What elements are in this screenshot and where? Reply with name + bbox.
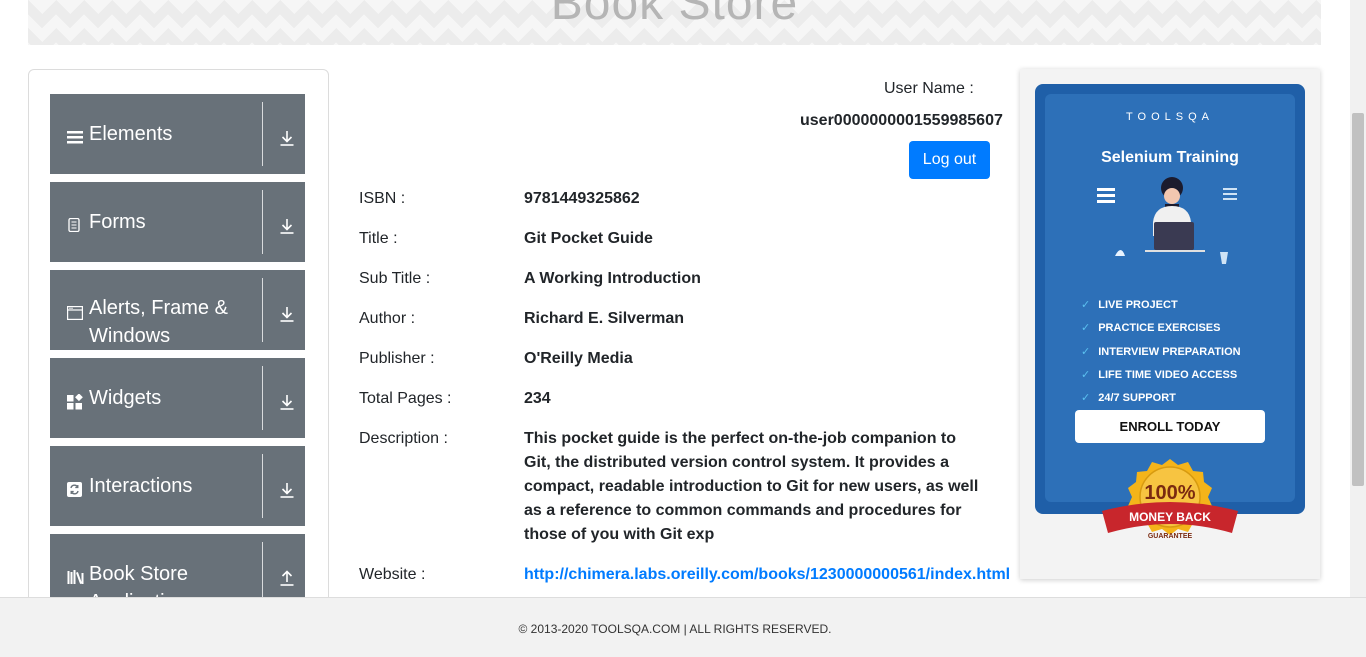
badge-text: MONEY BACK xyxy=(1129,510,1211,524)
title-value: Git Pocket Guide xyxy=(524,230,653,247)
ad-feature-label: LIFE TIME VIDEO ACCESS xyxy=(1098,368,1238,381)
window-icon xyxy=(67,306,84,321)
author-value: Richard E. Silverman xyxy=(524,310,685,327)
scrollbar-thumb[interactable] xyxy=(1352,113,1364,486)
footer-copyright: © 2013-2020 TOOLSQA.COM | ALL RIGHTS RES… xyxy=(518,622,832,636)
divider xyxy=(262,190,263,254)
refresh-icon xyxy=(67,482,83,497)
sidebar-group-label: Forms xyxy=(89,211,146,233)
logout-button[interactable]: Log out xyxy=(909,141,990,179)
divider xyxy=(262,102,263,166)
check-icon: ✓ xyxy=(1081,345,1091,358)
isbn-label: ISBN : xyxy=(359,190,406,207)
download-icon[interactable] xyxy=(279,218,295,234)
title-label: Title : xyxy=(359,230,398,247)
upload-icon[interactable] xyxy=(279,570,295,586)
sidebar-group-elements[interactable]: Elements xyxy=(50,94,305,174)
subtitle-label: Sub Title : xyxy=(359,270,431,287)
sidebar-group-label: Book Store Application xyxy=(89,563,188,598)
download-icon[interactable] xyxy=(279,306,295,322)
total-pages-value: 234 xyxy=(524,390,551,407)
page-scrollbar[interactable] xyxy=(1350,0,1366,597)
ad-title: Selenium Training xyxy=(1101,149,1239,166)
subtitle-value: A Working Introduction xyxy=(524,270,701,287)
check-icon: ✓ xyxy=(1081,299,1091,311)
sidebar-group-widgets[interactable]: Widgets xyxy=(50,358,305,438)
total-pages-label: Total Pages : xyxy=(359,390,452,407)
check-icon: ✓ xyxy=(1081,392,1091,405)
author-label: Author : xyxy=(359,310,416,327)
ad-feature-item: ✓ LIVE PROJECT xyxy=(1081,297,1241,320)
ad-feature-list: ✓ LIVE PROJECT ✓ PRACTICE EXERCISES ✓ INTER… xyxy=(1081,297,1241,413)
check-icon: ✓ xyxy=(1081,368,1091,381)
website-label: Website : xyxy=(359,566,426,583)
hamburger-icon xyxy=(67,130,83,144)
sidebar-group-label: Elements xyxy=(89,123,173,145)
sidebar-group-label: Alerts, Frame & Windows xyxy=(89,297,228,347)
isbn-value: 9781449325862 xyxy=(524,190,640,207)
sidebar: Elements Forms Alerts, Frame & Windows W… xyxy=(28,69,329,657)
sidebar-group-forms[interactable]: Forms xyxy=(50,182,305,262)
ad-feature-label: 24/7 SUPPORT xyxy=(1098,392,1176,405)
divider xyxy=(262,454,263,518)
publisher-label: Publisher : xyxy=(359,350,435,367)
ad-brand: TOOLSQA xyxy=(1126,111,1214,123)
document-icon xyxy=(67,217,83,233)
sidebar-group-alerts[interactable]: Alerts, Frame & Windows xyxy=(50,270,305,350)
grid-icon xyxy=(67,393,83,410)
trainer-illustration-icon xyxy=(1097,177,1237,264)
divider xyxy=(262,542,263,598)
enroll-today-button[interactable]: ENROLL TODAY xyxy=(1075,410,1265,443)
website-link[interactable]: http://chimera.labs.oreilly.com/books/12… xyxy=(524,566,1010,584)
ad-feature-item: ✓ LIFE TIME VIDEO ACCESS xyxy=(1081,367,1241,390)
ad-feature-label: LIVE PROJECT xyxy=(1098,299,1178,311)
description-value: This pocket guide is the perfect on-the-… xyxy=(524,430,979,543)
badge-percent: 100% xyxy=(1144,482,1195,504)
ad-feature-item: ✓ PRACTICE EXERCISES xyxy=(1081,320,1241,343)
download-icon[interactable] xyxy=(279,394,295,410)
divider xyxy=(262,366,263,430)
ad-feature-item: ✓ INTERVIEW PREPARATION xyxy=(1081,344,1241,367)
sidebar-group-interactions[interactable]: Interactions xyxy=(50,446,305,526)
advertisement[interactable]: TOOLSQA Selenium Training ✓ LIVE PROJECT … xyxy=(1020,69,1320,579)
user-name-label: User Name : xyxy=(884,80,974,97)
divider xyxy=(262,278,263,342)
footer: © 2013-2020 TOOLSQA.COM | ALL RIGHTS RES… xyxy=(0,597,1366,657)
sidebar-group-label: Widgets xyxy=(89,387,162,409)
description-label: Description : xyxy=(359,430,448,447)
sidebar-group-label: Interactions xyxy=(89,475,193,497)
page-title: Book Store xyxy=(550,0,799,30)
publisher-value: O'Reilly Media xyxy=(524,350,633,367)
badge-sub: GUARANTEE xyxy=(1148,533,1193,540)
sidebar-group-book-store[interactable]: Book Store Application xyxy=(50,534,305,598)
money-back-badge: 100% MONEY BACK GUARANTEE xyxy=(1102,459,1238,540)
download-icon[interactable] xyxy=(279,482,295,498)
page-banner: Book Store xyxy=(28,0,1321,45)
ad-feature-label: PRACTICE EXERCISES xyxy=(1098,322,1221,335)
ad-feature-label: INTERVIEW PREPARATION xyxy=(1098,345,1241,358)
download-icon[interactable] xyxy=(279,130,295,146)
books-icon xyxy=(67,570,84,584)
check-icon: ✓ xyxy=(1081,322,1091,335)
user-name-value: user0000000001559985607 xyxy=(800,112,1003,129)
